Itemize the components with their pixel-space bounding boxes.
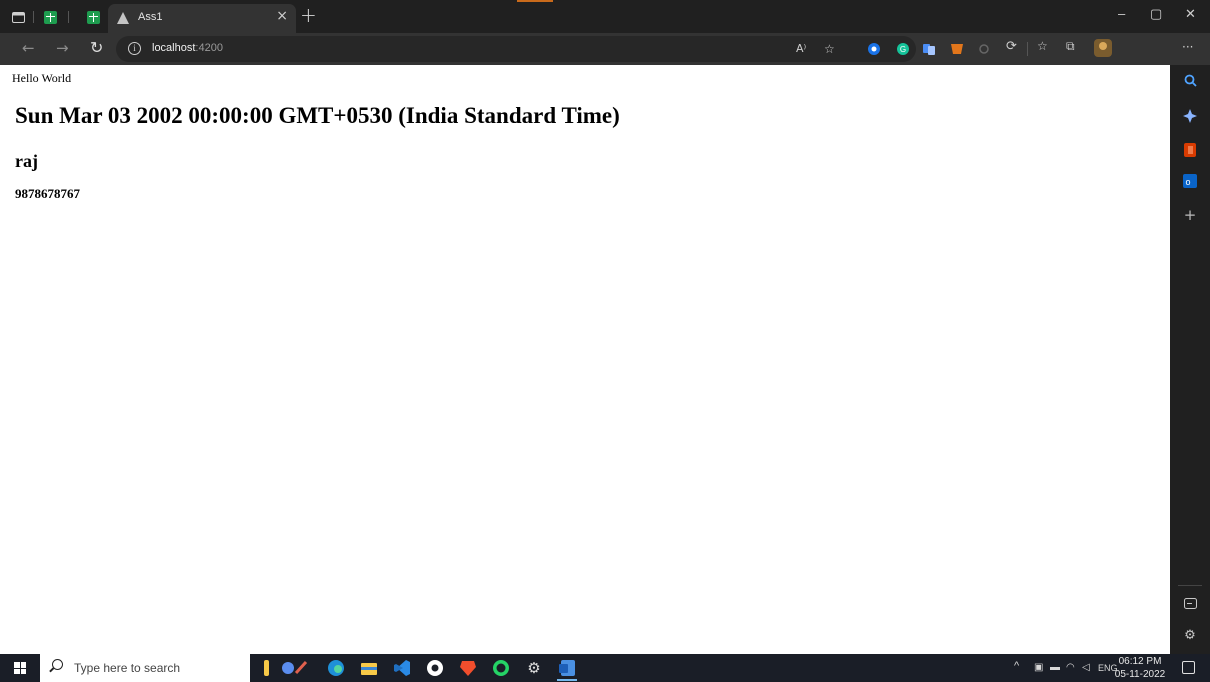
hello-text: Hello World [12,71,72,85]
taskbar-search-icon [52,659,63,670]
sheets-tab-icon-2[interactable] [84,8,102,26]
clock-date: 05-11-2022 [1114,669,1166,680]
url-text[interactable]: localhost:4200 [152,42,223,54]
battery-icon[interactable]: ▬ [1050,662,1060,673]
accent-strip [517,0,553,2]
settings-more-icon[interactable]: ··· [1182,40,1193,54]
clock-time: 06:12 PM [1118,656,1162,667]
svg-text:G: G [900,45,906,54]
close-window-button[interactable]: ✕ [1185,6,1196,22]
windows-start-icon[interactable] [14,662,26,674]
windows-taskbar: Type here to search ⚙ ^ ▣ ▬ ◠ ◁ ENG 06:1… [0,654,1210,682]
new-tab-button[interactable]: + [300,3,317,27]
tab-separator [68,11,69,23]
back-button[interactable]: ← [22,39,35,57]
brave-icon[interactable] [459,659,477,677]
grammarly-icon[interactable]: G [896,41,910,55]
extension-blue-icon[interactable] [867,41,881,55]
svg-text:o: o [1185,177,1190,187]
tab-actions-icon[interactable] [9,8,27,26]
taskbar-search-placeholder: Type here to search [74,661,181,675]
read-aloud-icon[interactable]: A⁾ [796,42,806,55]
favorite-star-icon[interactable]: ☆ [824,42,835,56]
widget-app-icon[interactable] [262,659,280,677]
cortana-art-icon[interactable] [280,659,308,677]
vscode-icon[interactable] [393,659,411,677]
tab-title: Ass1 [138,11,163,23]
toolbar-divider [1027,42,1028,56]
url-host: localhost [152,42,196,54]
tab-separator [33,11,34,23]
whatsapp-icon[interactable] [492,659,510,677]
tab-strip: Ass1 × + – ▢ ✕ [0,0,1210,33]
extensions-icon[interactable]: ⟳ [1006,39,1017,54]
active-app-indicator [557,679,577,681]
translate-extension-icon[interactable] [922,41,936,55]
app-o-icon[interactable] [426,659,444,677]
favorites-icon[interactable]: ☆ [1037,39,1048,53]
file-explorer-icon[interactable] [360,659,378,677]
hide-sidebar-icon[interactable] [1182,595,1198,611]
profile-avatar[interactable] [1094,39,1112,57]
url-port: :4200 [195,42,223,54]
extension-gray-icon[interactable] [977,41,991,55]
refresh-button[interactable]: ↻ [90,38,103,57]
date-heading: Sun Mar 03 2002 00:00:00 GMT+0530 (India… [15,103,620,128]
angular-favicon-icon [117,12,129,24]
phone-heading: 9878678767 [15,186,80,201]
tab-active[interactable]: Ass1 × [108,4,296,33]
volume-icon[interactable]: ◁ [1082,662,1090,673]
edge-taskbar-icon[interactable] [327,659,345,677]
word-icon[interactable] [558,659,576,677]
office-icon[interactable] [1182,142,1198,158]
metamask-icon[interactable] [950,41,964,55]
collections-icon[interactable]: ⧉ [1066,39,1075,54]
tab-close-icon[interactable]: × [276,8,288,24]
wifi-icon[interactable]: ◠ [1066,662,1075,673]
tray-chevron-icon[interactable]: ^ [1014,660,1019,672]
sidebar-divider [1178,585,1202,586]
outlook-icon[interactable]: o [1182,173,1198,189]
restore-button[interactable]: ▢ [1150,6,1162,22]
page-viewport: Hello World Sun Mar 03 2002 00:00:00 GMT… [0,65,1170,654]
forward-button[interactable]: → [56,39,69,57]
edge-sidebar: o + ⚙ [1170,65,1210,654]
meet-now-icon[interactable]: ▣ [1034,662,1043,673]
sidebar-settings-icon[interactable]: ⚙ [1182,627,1198,643]
site-info-icon[interactable]: i [128,42,141,55]
notification-center-icon[interactable] [1182,661,1195,674]
search-icon[interactable] [1182,72,1198,88]
address-bar[interactable]: i localhost:4200 A⁾ ☆ [116,36,916,62]
discover-sparkle-icon[interactable] [1182,108,1198,124]
minimize-button[interactable]: – [1118,6,1125,21]
add-sidebar-app-icon[interactable]: + [1182,206,1198,224]
name-heading: raj [15,151,38,171]
settings-gear-icon[interactable]: ⚙ [525,659,543,677]
browser-toolbar: ← → ↻ i localhost:4200 A⁾ ☆ G ⟳ ☆ ⧉ ··· [0,33,1210,65]
sheets-tab-icon[interactable] [41,8,59,26]
taskbar-search-box[interactable]: Type here to search [40,654,250,682]
taskbar-clock[interactable]: 06:12 PM 05-11-2022 [1112,655,1168,681]
